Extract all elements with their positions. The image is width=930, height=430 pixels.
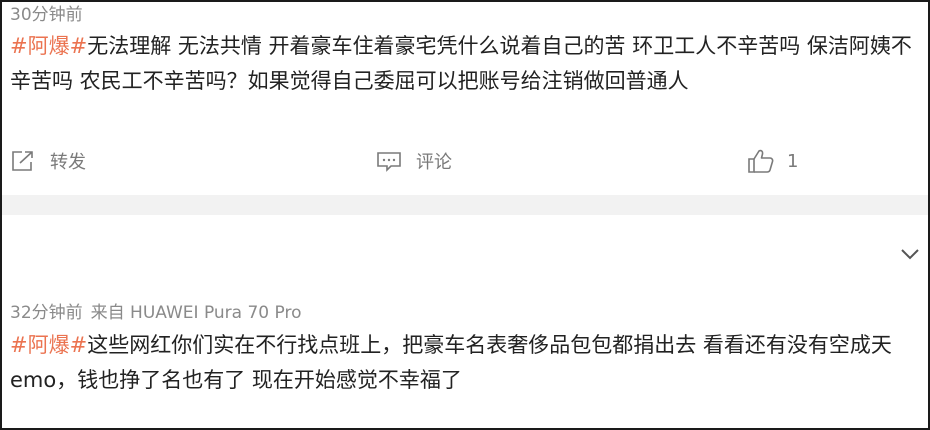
post-card: 30分钟前 #阿爆#无法理解 无法共情 开着豪车住着豪宅凭什么说着自己的苦 环卫… xyxy=(10,4,920,99)
post-card: 32分钟前 来自 HUAWEI Pura 70 Pro #阿爆#这些网红你们实在不… xyxy=(10,302,920,398)
comment-label: 评论 xyxy=(416,152,452,173)
post-source: 来自 HUAWEI Pura 70 Pro xyxy=(90,303,302,323)
post-actions: 转发 评论 1 xyxy=(2,143,928,179)
post-time: 30分钟前 xyxy=(10,5,83,25)
post-time: 32分钟前 xyxy=(10,303,83,323)
post-content: #阿爆#无法理解 无法共情 开着豪车住着豪宅凭什么说着自己的苦 环卫工人不辛苦吗… xyxy=(10,29,920,99)
post-content: #阿爆#这些网红你们实在不行找点班上，把豪车名表奢侈品包包都捐出去 看看还有没有… xyxy=(10,328,920,398)
forward-label: 转发 xyxy=(50,152,86,173)
post-meta: 30分钟前 xyxy=(10,4,920,26)
feed-frame: 30分钟前 #阿爆#无法理解 无法共情 开着豪车住着豪宅凭什么说着自己的苦 环卫… xyxy=(0,0,930,430)
collapse-toggle[interactable] xyxy=(898,242,922,266)
section-divider xyxy=(2,195,928,215)
comment-icon xyxy=(377,152,401,172)
thumbs-up-icon xyxy=(748,149,774,173)
chevron-down-icon xyxy=(901,249,919,260)
post-text: 这些网红你们实在不行找点班上，把豪车名表奢侈品包包都捐出去 看看还有没有空成天e… xyxy=(10,333,892,392)
hashtag-link[interactable]: #阿爆# xyxy=(10,333,87,357)
post-meta: 32分钟前 来自 HUAWEI Pura 70 Pro xyxy=(10,302,920,324)
forward-button[interactable]: 转发 xyxy=(10,143,86,179)
post-text: 无法理解 无法共情 开着豪车住着豪宅凭什么说着自己的苦 环卫工人不辛苦吗 保洁阿… xyxy=(10,34,912,93)
hashtag-link[interactable]: #阿爆# xyxy=(10,34,87,58)
like-button[interactable]: 1 xyxy=(747,143,798,179)
share-forward-icon xyxy=(12,151,33,171)
like-count: 1 xyxy=(787,150,799,172)
comment-button[interactable]: 评论 xyxy=(376,143,452,179)
